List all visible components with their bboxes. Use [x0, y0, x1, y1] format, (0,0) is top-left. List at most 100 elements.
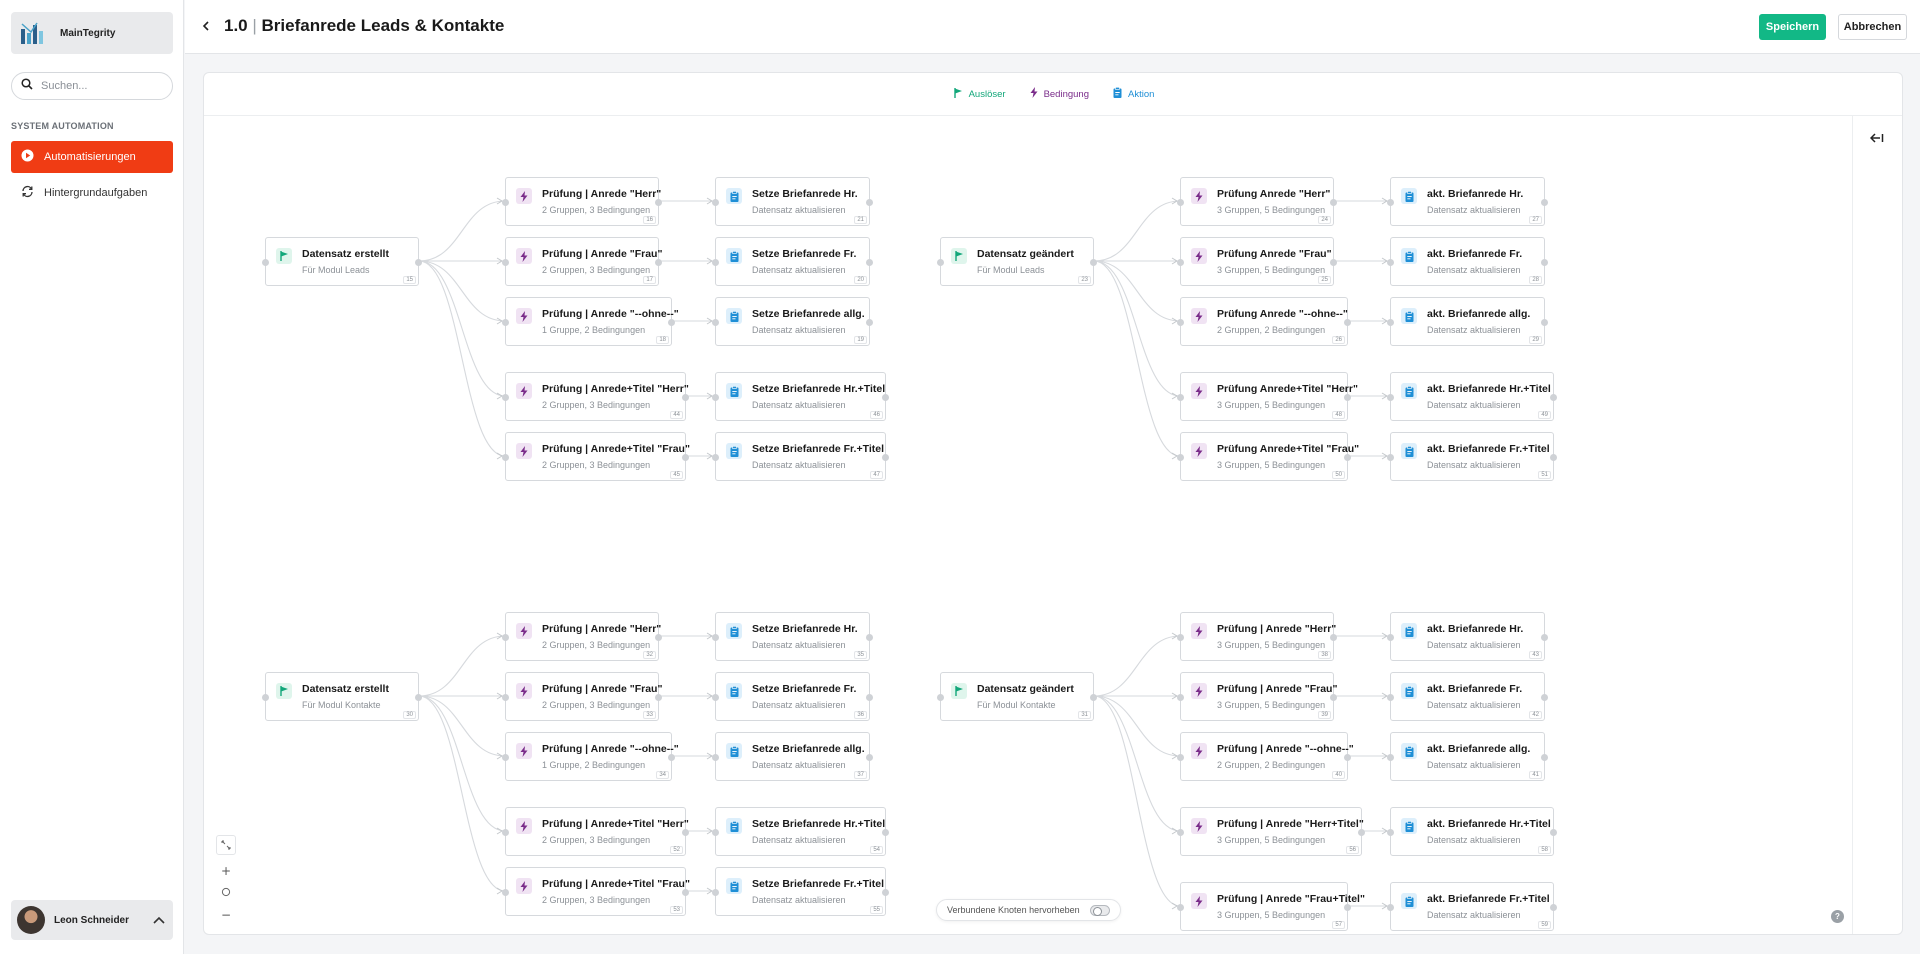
output-port[interactable] [682, 454, 689, 461]
output-port[interactable] [1344, 754, 1351, 761]
chevron-up-icon[interactable] [153, 911, 165, 929]
action-node[interactable]: Setze Briefanrede Hr.+Titel Datensatz akt… [712, 372, 889, 421]
input-port[interactable] [712, 889, 719, 896]
output-port[interactable] [1090, 694, 1097, 701]
action-node[interactable]: Setze Briefanrede Fr.+Titel Datensatz akt… [712, 432, 889, 481]
trigger-node[interactable]: Datensatz geändert Für Modul Leads 23 [937, 237, 1097, 286]
condition-node[interactable]: Prüfung | Anrede "Herr" 3 Gruppen, 5 Bedi… [1177, 612, 1337, 661]
output-port[interactable] [1541, 754, 1548, 761]
input-port[interactable] [1177, 394, 1184, 401]
output-port[interactable] [1344, 454, 1351, 461]
input-port[interactable] [712, 199, 719, 206]
output-port[interactable] [1550, 829, 1557, 836]
input-port[interactable] [502, 319, 509, 326]
output-port[interactable] [655, 199, 662, 206]
input-port[interactable] [1387, 454, 1394, 461]
input-port[interactable] [1177, 904, 1184, 911]
input-port[interactable] [712, 394, 719, 401]
input-port[interactable] [937, 259, 944, 266]
trigger-node[interactable]: Datensatz geändert Für Modul Kontakte 31 [937, 672, 1097, 721]
input-port[interactable] [502, 694, 509, 701]
action-node[interactable]: akt. Briefanrede Fr.+Titel Datensatz aktu… [1387, 432, 1557, 481]
condition-node[interactable]: Prüfung | Anrede "Herr" 2 Gruppen, 3 Bedi… [502, 612, 662, 661]
condition-node[interactable]: Prüfung Anrede "--ohne--" 2 Gruppen, 2 Be… [1177, 297, 1351, 346]
output-port[interactable] [1541, 319, 1548, 326]
condition-node[interactable]: Prüfung | Anrede+Titel "Frau" 2 Gruppen, … [502, 432, 690, 481]
action-node[interactable]: akt. Briefanrede allg. Datensatz aktualis… [1387, 732, 1548, 781]
condition-node[interactable]: Prüfung | Anrede+Titel "Herr" 2 Gruppen, … [502, 372, 689, 421]
output-port[interactable] [1541, 634, 1548, 641]
input-port[interactable] [1387, 634, 1394, 641]
search-input[interactable] [41, 80, 161, 92]
cancel-button[interactable]: Abbrechen [1838, 14, 1907, 40]
condition-node[interactable]: Prüfung | Anrede "Frau" 3 Gruppen, 5 Bedi… [1177, 672, 1337, 721]
output-port[interactable] [1090, 259, 1097, 266]
action-node[interactable]: akt. Briefanrede Fr.+Titel Datensatz aktu… [1387, 882, 1557, 931]
condition-node[interactable]: Prüfung Anrede+Titel "Herr" 3 Gruppen, 5 … [1177, 372, 1358, 421]
condition-node[interactable]: Prüfung | Anrede "Frau+Titel" 3 Gruppen, … [1177, 882, 1365, 931]
fit-view-button[interactable] [216, 835, 236, 855]
input-port[interactable] [262, 694, 269, 701]
output-port[interactable] [682, 889, 689, 896]
input-port[interactable] [1387, 394, 1394, 401]
input-port[interactable] [1387, 199, 1394, 206]
output-port[interactable] [866, 259, 873, 266]
action-node[interactable]: Setze Briefanrede Fr. Datensatz aktualisi… [712, 237, 873, 286]
condition-node[interactable]: Prüfung | Anrede "Herr" 2 Gruppen, 3 Bedi… [502, 177, 662, 226]
output-port[interactable] [1541, 259, 1548, 266]
help-icon[interactable]: ? [1831, 910, 1844, 923]
back-button[interactable] [196, 17, 216, 37]
output-port[interactable] [1541, 199, 1548, 206]
condition-node[interactable]: Prüfung | Anrede "--ohne--" 1 Gruppe, 2 B… [502, 732, 679, 781]
zoom-in-button[interactable]: + [216, 861, 236, 881]
input-port[interactable] [502, 394, 509, 401]
output-port[interactable] [882, 829, 889, 836]
input-port[interactable] [712, 319, 719, 326]
sidebar-item-hintergrundaufgaben[interactable]: Hintergrundaufgaben [11, 177, 173, 209]
output-port[interactable] [682, 394, 689, 401]
toggle-switch[interactable] [1089, 904, 1110, 916]
output-port[interactable] [1550, 454, 1557, 461]
action-node[interactable]: Setze Briefanrede allg. Datensatz aktuali… [712, 297, 873, 346]
output-port[interactable] [682, 829, 689, 836]
action-node[interactable]: akt. Briefanrede Fr. Datensatz aktualisie… [1387, 672, 1548, 721]
input-port[interactable] [1387, 259, 1394, 266]
input-port[interactable] [937, 694, 944, 701]
input-port[interactable] [712, 634, 719, 641]
action-node[interactable]: akt. Briefanrede Fr. Datensatz aktualisie… [1387, 237, 1548, 286]
input-port[interactable] [712, 454, 719, 461]
action-node[interactable]: akt. Briefanrede Hr.+Titel Datensatz aktu… [1387, 807, 1557, 856]
input-port[interactable] [502, 829, 509, 836]
input-port[interactable] [1177, 754, 1184, 761]
action-node[interactable]: Setze Briefanrede Hr. Datensatz aktualisi… [712, 177, 873, 226]
input-port[interactable] [502, 199, 509, 206]
workflow-canvas[interactable]: Auslöser Bedingung Aktion Datensatz erst… [203, 72, 1903, 935]
condition-node[interactable]: Prüfung | Anrede "Frau" 2 Gruppen, 3 Bedi… [502, 237, 662, 286]
input-port[interactable] [1177, 829, 1184, 836]
collapse-panel-icon[interactable] [1869, 130, 1884, 148]
output-port[interactable] [866, 319, 873, 326]
action-node[interactable]: akt. Briefanrede Hr. Datensatz aktualisie… [1387, 612, 1548, 661]
output-port[interactable] [1330, 634, 1337, 641]
input-port[interactable] [1177, 634, 1184, 641]
output-port[interactable] [415, 694, 422, 701]
zoom-out-button[interactable]: − [216, 905, 236, 925]
input-port[interactable] [502, 259, 509, 266]
output-port[interactable] [1550, 904, 1557, 911]
condition-node[interactable]: Prüfung | Anrede "--ohne--" 1 Gruppe, 2 B… [502, 297, 679, 346]
action-node[interactable]: Setze Briefanrede Hr. Datensatz aktualisi… [712, 612, 873, 661]
input-port[interactable] [262, 259, 269, 266]
output-port[interactable] [1330, 199, 1337, 206]
input-port[interactable] [1177, 694, 1184, 701]
input-port[interactable] [1177, 454, 1184, 461]
action-node[interactable]: akt. Briefanrede allg. Datensatz aktualis… [1387, 297, 1548, 346]
action-node[interactable]: akt. Briefanrede Hr.+Titel Datensatz aktu… [1387, 372, 1557, 421]
output-port[interactable] [415, 259, 422, 266]
input-port[interactable] [1387, 904, 1394, 911]
input-port[interactable] [1177, 319, 1184, 326]
output-port[interactable] [1330, 694, 1337, 701]
highlight-connected-toggle[interactable]: Verbundene Knoten hervorheben [936, 899, 1121, 921]
input-port[interactable] [712, 754, 719, 761]
action-node[interactable]: Setze Briefanrede Hr.+Titel Datensatz akt… [712, 807, 889, 856]
input-port[interactable] [712, 829, 719, 836]
